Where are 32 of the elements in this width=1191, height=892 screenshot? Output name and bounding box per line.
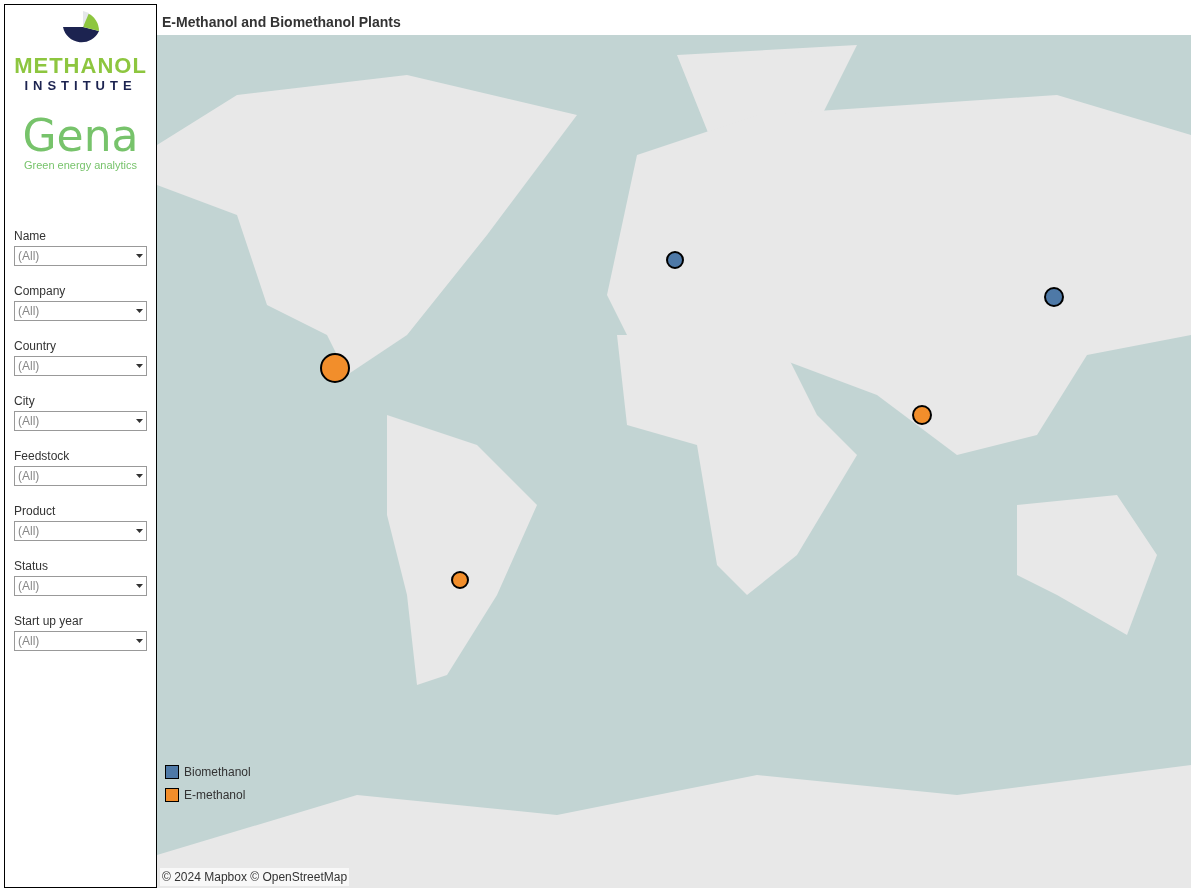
filter-dropdown[interactable]: (All) (14, 301, 147, 321)
legend-label: E-methanol (184, 787, 246, 804)
filter-dropdown[interactable]: (All) (14, 246, 147, 266)
filter-dropdown[interactable]: (All) (14, 411, 147, 431)
filter-dropdown[interactable]: (All) (14, 631, 147, 651)
legend-label: Biomethanol (184, 764, 251, 781)
filter-dropdown[interactable]: (All) (14, 356, 147, 376)
filter-label: Start up year (14, 613, 84, 630)
logo-text: INSTITUTE (24, 79, 137, 92)
filter-label: Country (14, 338, 58, 355)
filter-label: Company (14, 283, 67, 300)
caret-icon (136, 419, 143, 423)
caret-icon (136, 474, 143, 478)
caret-icon (136, 364, 143, 368)
filter-label: Product (14, 503, 57, 520)
filter-label: Feedstock (14, 448, 71, 465)
filter-dropdown[interactable]: (All) (14, 576, 147, 596)
brand-tagline: Green energy analytics (23, 160, 138, 171)
caret-icon (136, 254, 143, 258)
caret-icon (136, 309, 143, 313)
filter-dropdown[interactable]: (All) (14, 521, 147, 541)
brand-name: Gena (22, 114, 139, 158)
logo-text: METHANOL (14, 55, 147, 77)
filter-dropdown[interactable]: (All) (14, 466, 147, 486)
filter-label: Status (14, 558, 50, 575)
filter-label: City (14, 393, 36, 410)
map-attribution: © 2024 Mapbox © OpenStreetMap (160, 868, 350, 886)
caret-icon (136, 529, 143, 533)
caret-icon (136, 639, 143, 643)
dashboard-title: E-Methanol and Biomethanol Plants (161, 13, 402, 32)
filter-label: Name (14, 228, 47, 245)
caret-icon (136, 584, 143, 588)
